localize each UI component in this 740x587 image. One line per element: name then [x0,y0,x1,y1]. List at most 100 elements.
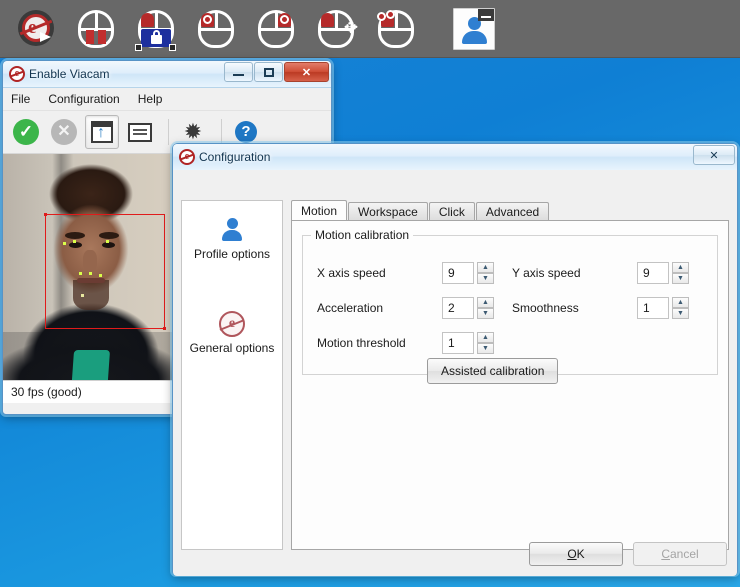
config-sidebar: Profile options e General options [181,200,283,550]
assisted-calibration-button[interactable]: Assisted calibration [427,358,558,384]
onscreen-keyboard-button[interactable] [123,115,157,149]
spin-up-smoothness[interactable]: ▲ [672,297,689,308]
toolbar-button-left-click[interactable] [186,0,246,58]
input-acceleration[interactable]: 2 [442,297,474,319]
enable-button[interactable]: ✓ [9,115,43,149]
cancel-button-accel: C [661,547,670,561]
maximize-button[interactable] [254,62,283,82]
user-profile-icon [453,8,495,50]
gear-icon: ✹ [182,121,204,143]
tab-click[interactable]: Click [429,202,475,221]
sidebar-item-profile-options[interactable]: Profile options [182,217,282,261]
label-smoothness: Smoothness [512,301,637,315]
toolbar-button-profile[interactable] [444,0,504,58]
minimize-button[interactable] [224,62,253,82]
config-titlebar[interactable]: e Configuration ✕ [173,144,737,171]
fps-status-text: 30 fps (good) [11,385,82,399]
spinner-acceleration[interactable]: 2 ▲ ▼ [442,297,494,319]
spinner-smoothness[interactable]: 1 ▲ ▼ [637,297,689,319]
tabstrip: Motion Workspace Click Advanced [291,200,729,221]
spinner-y-axis-speed[interactable]: 9 ▲ ▼ [637,262,689,284]
input-y-axis-speed[interactable]: 9 [637,262,669,284]
top-toolbar: e [0,0,740,58]
viacam-window-controls: ✕ [223,62,329,82]
input-motion-threshold[interactable]: 1 [442,332,474,354]
field-x-axis-speed: X axis speed 9 ▲ ▼ [317,262,494,284]
lock-mouse-icon [135,8,177,50]
spin-up-acceleration[interactable]: ▲ [477,297,494,308]
ok-button-rest: K [577,547,585,561]
menu-item-configuration[interactable]: Configuration [48,92,119,106]
toolbar-button-drag[interactable]: ✥ [306,0,366,58]
viacam-logo-icon-small: e [219,311,245,337]
ok-button-accel: O [567,547,576,561]
show-window-button[interactable] [85,115,119,149]
field-y-axis-speed: Y axis speed 9 ▲ ▼ [512,262,689,284]
menu-item-help[interactable]: Help [138,92,163,106]
label-y-axis-speed: Y axis speed [512,266,637,280]
label-x-axis-speed: X axis speed [317,266,442,280]
input-smoothness[interactable]: 1 [637,297,669,319]
spin-down-smoothness[interactable]: ▼ [672,308,689,319]
field-motion-threshold: Motion threshold 1 ▲ ▼ [317,332,494,354]
label-motion-threshold: Motion threshold [317,336,442,350]
spin-up-motion-threshold[interactable]: ▲ [477,332,494,343]
pause-mouse-icon [75,8,117,50]
config-dialog-body: Profile options e General options Motion… [173,170,737,576]
disable-button[interactable]: ✕ [47,115,81,149]
close-button[interactable]: ✕ [284,62,329,82]
input-x-axis-speed[interactable]: 9 [442,262,474,284]
viacam-window-title: Enable Viacam [29,67,110,81]
question-mark-icon: ? [235,121,257,143]
toolbar-separator-2 [221,119,222,145]
sidebar-item-general-options[interactable]: e General options [182,311,282,355]
cancel-button-rest: ancel [670,547,699,561]
check-icon: ✓ [13,119,39,145]
label-acceleration: Acceleration [317,301,442,315]
left-click-icon [195,8,237,50]
toolbar-button-viacam-logo[interactable]: e [6,0,66,58]
tab-workspace[interactable]: Workspace [348,202,428,221]
drag-click-icon: ✥ [315,8,357,50]
motion-calibration-title: Motion calibration [311,228,413,242]
spin-down-x-axis-speed[interactable]: ▼ [477,273,494,284]
spin-down-acceleration[interactable]: ▼ [477,308,494,319]
keyboard-icon [128,123,152,142]
double-click-icon [375,8,417,50]
config-dialog-title: Configuration [199,150,270,164]
show-window-icon [91,121,113,143]
toolbar-button-pause[interactable] [66,0,126,58]
move-arrows-icon: ✥ [341,18,361,38]
dialog-button-bar: OK Cancel [519,542,727,566]
menu-item-file[interactable]: File [11,92,30,106]
field-acceleration: Acceleration 2 ▲ ▼ [317,297,494,319]
face-tracking-rectangle [45,214,165,329]
toolbar-button-right-click[interactable] [246,0,306,58]
config-window-controls: ✕ [692,145,735,165]
config-close-button[interactable]: ✕ [693,145,735,165]
viacam-menubar: File Configuration Help [3,88,331,111]
cancel-button[interactable]: Cancel [633,542,727,566]
spin-down-motion-threshold[interactable]: ▼ [477,343,494,354]
config-tab-region: Motion Workspace Click Advanced Motion c… [291,200,729,550]
spin-down-y-axis-speed[interactable]: ▼ [672,273,689,284]
viacam-app-icon-small: e [179,149,195,165]
tab-motion[interactable]: Motion [291,200,347,221]
toolbar-button-lock[interactable] [126,0,186,58]
ok-button[interactable]: OK [529,542,623,566]
cross-icon: ✕ [51,119,77,145]
spinner-motion-threshold[interactable]: 1 ▲ ▼ [442,332,494,354]
spinner-x-axis-speed[interactable]: 9 ▲ ▼ [442,262,494,284]
tab-page-motion: Motion calibration X axis speed 9 ▲ ▼ [291,220,729,550]
configuration-dialog: e Configuration ✕ Profile options e Gene… [172,143,738,575]
tab-advanced[interactable]: Advanced [476,202,549,221]
field-smoothness: Smoothness 1 ▲ ▼ [512,297,689,319]
toolbar-button-double-click[interactable] [366,0,426,58]
motion-calibration-group: Motion calibration X axis speed 9 ▲ ▼ [302,235,718,375]
viacam-logo-icon: e [15,8,57,50]
user-icon [219,217,245,243]
viacam-titlebar[interactable]: e Enable Viacam ✕ [3,61,331,88]
spin-up-x-axis-speed[interactable]: ▲ [477,262,494,273]
spin-up-y-axis-speed[interactable]: ▲ [672,262,689,273]
sidebar-item-general-label: General options [182,341,282,355]
